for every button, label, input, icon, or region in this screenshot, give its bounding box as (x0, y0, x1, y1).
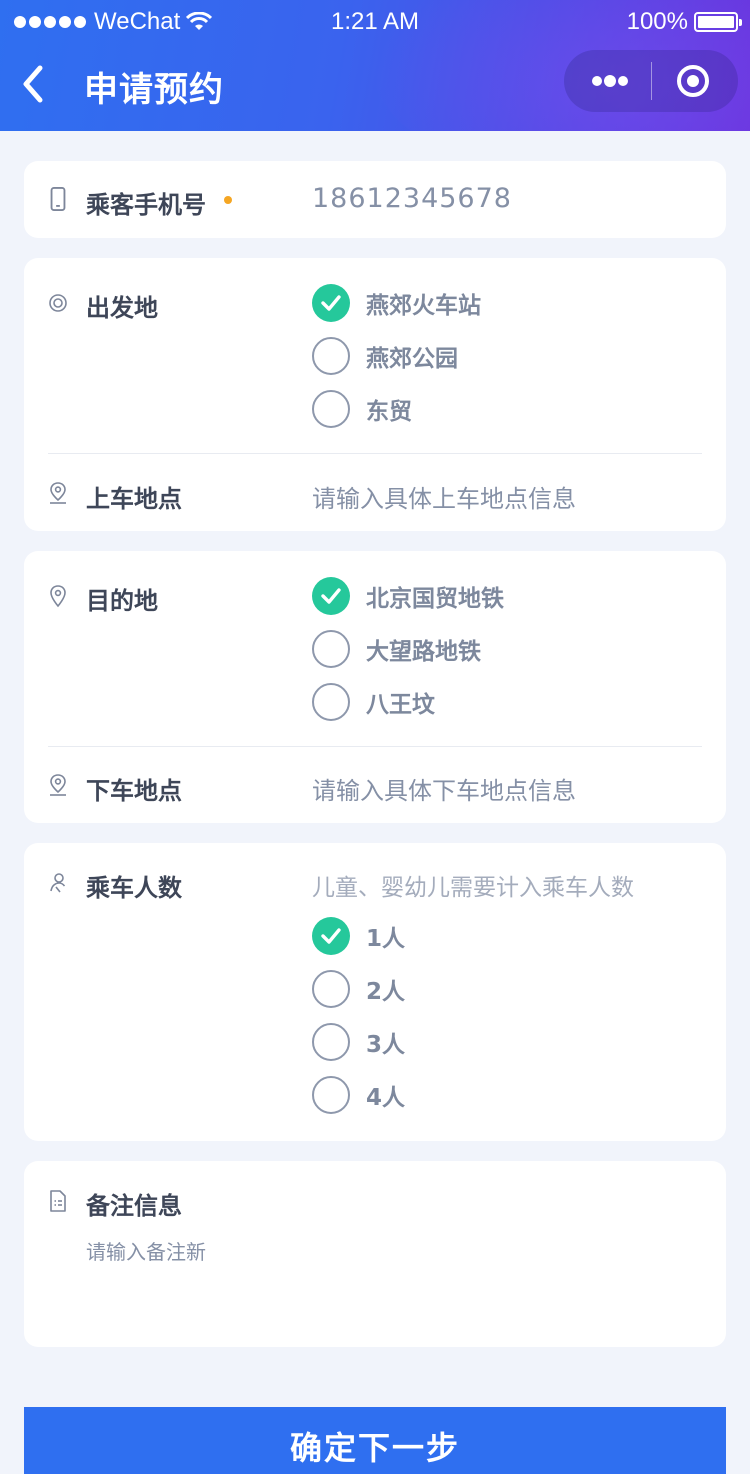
departure-option[interactable]: 东贸 (312, 389, 412, 429)
mini-program-capsule (564, 50, 738, 112)
destination-label: 目的地 (86, 587, 158, 615)
phone-value[interactable]: 18612345678 (312, 183, 512, 214)
back-chevron-icon[interactable] (18, 64, 52, 104)
pickup-input[interactable]: 请输入具体上车地点信息 (312, 479, 576, 514)
passenger-option[interactable]: 1人 (312, 916, 405, 956)
radio-empty-icon[interactable] (312, 970, 350, 1008)
option-label: 北京国贸地铁 (366, 586, 504, 612)
pickup-label: 上车地点 (86, 485, 182, 513)
origin-circle-icon (49, 294, 67, 312)
next-step-button[interactable]: 确定下一步 (24, 1407, 726, 1474)
remarks-input[interactable]: 请输入备注新 (86, 1236, 696, 1326)
status-bar: WeChat 1:21 AM 100% (0, 0, 750, 42)
phone-label: 乘客手机号 (86, 191, 206, 219)
radio-empty-icon[interactable] (312, 1023, 350, 1061)
pickup-pin-icon (50, 482, 66, 504)
battery-icon (694, 12, 742, 32)
radio-empty-icon[interactable] (312, 683, 350, 721)
remarks-card: 备注信息 请输入备注新 (24, 1161, 726, 1347)
status-right: 100% (626, 8, 742, 36)
page-title: 申请预约 (84, 70, 224, 110)
dropoff-pin-icon (50, 774, 66, 796)
radio-checked-icon[interactable] (312, 917, 350, 955)
departure-card: 出发地 燕郊火车站 燕郊公园 东贸 上车地点 请输入具体上车地点信息 (24, 258, 726, 531)
option-label: 大望路地铁 (366, 639, 481, 665)
phone-card: 乘客手机号 18612345678 (24, 161, 726, 238)
radio-empty-icon[interactable] (312, 390, 350, 428)
passengers-label: 乘车人数 (86, 874, 182, 902)
destination-option[interactable]: 大望路地铁 (312, 629, 481, 669)
passenger-option[interactable]: 4人 (312, 1075, 405, 1115)
destination-card: 目的地 北京国贸地铁 大望路地铁 八王坟 下车地点 请输入具体下车地点信息 (24, 551, 726, 823)
option-label: 燕郊公园 (366, 346, 458, 372)
departure-option[interactable]: 燕郊公园 (312, 336, 458, 376)
required-dot (224, 196, 232, 204)
passenger-option[interactable]: 2人 (312, 969, 405, 1009)
battery-fill (698, 16, 734, 28)
destination-pin-icon (50, 585, 66, 608)
document-icon (50, 1190, 66, 1212)
battery-percent: 100% (626, 8, 688, 35)
option-label: 燕郊火车站 (366, 293, 481, 319)
radio-empty-icon[interactable] (312, 337, 350, 375)
departure-label: 出发地 (86, 294, 158, 322)
more-dots-icon[interactable] (591, 74, 629, 88)
destination-option[interactable]: 八王坟 (312, 682, 435, 722)
option-label: 4人 (366, 1085, 406, 1111)
option-label: 东贸 (366, 399, 412, 425)
option-label: 2人 (366, 979, 406, 1005)
remarks-label: 备注信息 (86, 1192, 182, 1220)
radio-empty-icon[interactable] (312, 1076, 350, 1114)
target-circle-icon[interactable] (676, 64, 710, 98)
passenger-option[interactable]: 3人 (312, 1022, 405, 1062)
option-label: 3人 (366, 1032, 406, 1058)
destination-option[interactable]: 北京国贸地铁 (312, 576, 504, 616)
dropoff-input[interactable]: 请输入具体下车地点信息 (312, 771, 576, 806)
passenger-person-icon (50, 873, 66, 893)
passengers-card: 乘车人数 儿童、婴幼儿需要计入乘车人数 1人 2人 3人 4人 (24, 843, 726, 1141)
dropoff-label: 下车地点 (86, 777, 182, 805)
radio-checked-icon[interactable] (312, 577, 350, 615)
header: WeChat 1:21 AM 100% 申请预约 (0, 0, 750, 131)
phone-icon (50, 187, 66, 211)
departure-option[interactable]: 燕郊火车站 (312, 283, 481, 323)
option-label: 八王坟 (366, 692, 435, 718)
radio-checked-icon[interactable] (312, 284, 350, 322)
divider (48, 453, 702, 454)
passengers-hint: 儿童、婴幼儿需要计入乘车人数 (312, 875, 634, 901)
radio-empty-icon[interactable] (312, 630, 350, 668)
capsule-divider (651, 62, 652, 100)
divider (48, 746, 702, 747)
option-label: 1人 (366, 926, 406, 952)
